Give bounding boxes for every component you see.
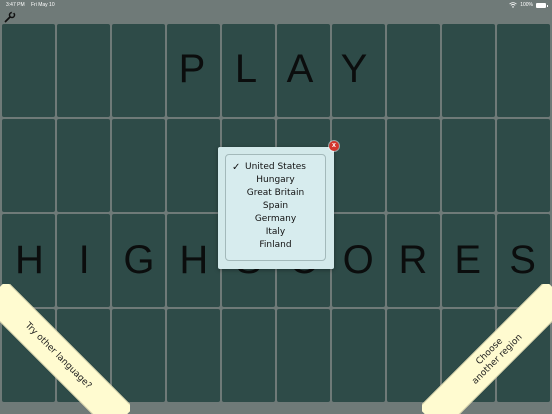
board-tile: [112, 119, 165, 212]
region-option-label: Germany: [254, 214, 297, 224]
board-tile: [167, 24, 220, 117]
region-option-label: Hungary: [256, 175, 295, 185]
board-tile: [442, 119, 495, 212]
close-button[interactable]: x: [329, 141, 339, 151]
checkmark-icon: ✓: [232, 162, 241, 173]
board-tile: [497, 24, 550, 117]
status-bar: 3:47 PM Fri May 10 100%: [0, 0, 552, 10]
wifi-icon: [509, 2, 517, 8]
region-option[interactable]: Great Britain: [226, 187, 325, 200]
region-option[interactable]: Germany: [226, 213, 325, 226]
board-tile: [332, 24, 385, 117]
language-banner[interactable]: Try other language?: [0, 284, 130, 414]
status-time: 3:47 PM: [6, 2, 25, 8]
region-option[interactable]: Spain: [226, 200, 325, 213]
status-date: Fri May 10: [31, 2, 55, 8]
board-tile: [112, 24, 165, 117]
region-option[interactable]: ✓ United States: [226, 161, 325, 174]
region-option[interactable]: Finland: [226, 239, 325, 252]
board-tile: [442, 24, 495, 117]
region-banner[interactable]: Choose another region: [422, 284, 552, 414]
board-tile: [2, 24, 55, 117]
region-option-label: Spain: [262, 201, 289, 211]
board-tile: [167, 119, 220, 212]
region-corner[interactable]: Choose another region: [422, 284, 552, 414]
battery-icon: [536, 2, 548, 8]
battery-percentage: 100%: [520, 2, 533, 8]
region-picker-dialog: ✓ United States Hungary Great Britain Spain G…: [218, 147, 334, 269]
region-option-label: Finland: [259, 240, 292, 250]
battery-fill: [537, 3, 545, 7]
region-option-label: Italy: [265, 227, 286, 237]
board-tile: [167, 214, 220, 307]
board-tile: [332, 309, 385, 402]
region-banner-label: Choose another region: [470, 332, 525, 387]
region-option-label: Great Britain: [246, 188, 305, 198]
board-tile: [167, 309, 220, 402]
board-tile: [222, 309, 275, 402]
language-corner[interactable]: Try other language?: [0, 284, 130, 414]
board-tile: [497, 119, 550, 212]
board-tile: [277, 24, 330, 117]
status-right: 100%: [509, 0, 548, 10]
board-tile: [277, 309, 330, 402]
region-list: ✓ United States Hungary Great Britain Spain G…: [225, 154, 326, 261]
region-option[interactable]: Hungary: [226, 174, 325, 187]
board-tile: [332, 119, 385, 212]
language-banner-label: Try other language?: [23, 320, 94, 391]
board-tile: [2, 119, 55, 212]
board-tile: [387, 119, 440, 212]
region-option[interactable]: Italy: [226, 226, 325, 239]
region-option-label: United States: [245, 162, 306, 172]
board-tile: [57, 24, 110, 117]
board-tile: [332, 214, 385, 307]
board-tile: [387, 24, 440, 117]
wrench-icon[interactable]: [4, 11, 16, 23]
board-tile: [222, 24, 275, 117]
board-tile: [57, 119, 110, 212]
